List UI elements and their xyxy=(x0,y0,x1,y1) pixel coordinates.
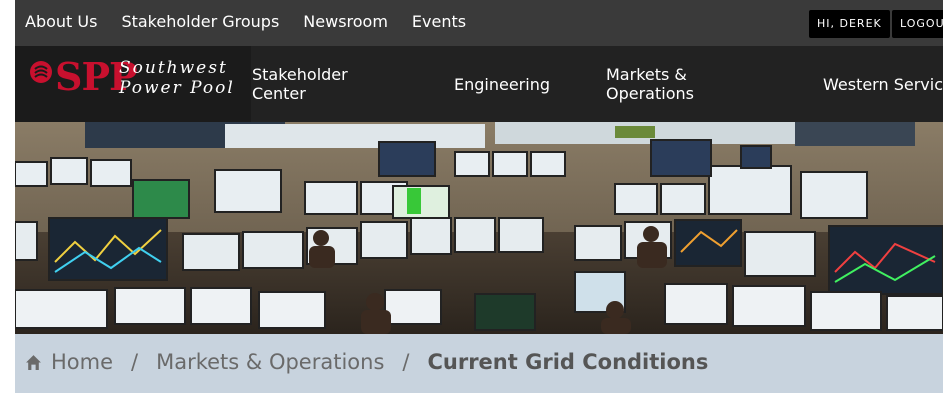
nav-events[interactable]: Events xyxy=(412,12,466,31)
nav-newsroom[interactable]: Newsroom xyxy=(303,12,388,31)
logo-line-2: Power Pool xyxy=(119,78,235,98)
utility-bar: About Us Stakeholder Groups Newsroom Eve… xyxy=(15,0,943,46)
breadcrumb: Home / Markets & Operations / Current Gr… xyxy=(15,334,943,393)
logout-button[interactable]: LOGOUT xyxy=(892,10,943,38)
left-gutter xyxy=(0,0,15,393)
user-greeting-button[interactable]: HI, DEREK xyxy=(809,10,890,38)
nav-markets-operations[interactable]: Markets & Operations xyxy=(606,65,694,103)
nav-stakeholder-groups[interactable]: Stakeholder Groups xyxy=(121,12,279,31)
breadcrumb-separator: / xyxy=(402,350,410,374)
breadcrumb-home-link[interactable]: Home xyxy=(51,350,113,374)
nav-western-services[interactable]: Western Services xyxy=(823,75,943,94)
main-header: SPP Southwest Power Pool Stakeholder Cen… xyxy=(15,46,943,122)
control-room-illustration xyxy=(15,122,943,334)
nav-about-us[interactable]: About Us xyxy=(25,12,97,31)
hero-image xyxy=(15,122,943,334)
nav-stakeholder-center[interactable]: Stakeholder Center xyxy=(252,65,348,103)
utility-nav: About Us Stakeholder Groups Newsroom Eve… xyxy=(25,12,490,31)
logo-line-1: Southwest xyxy=(119,58,228,78)
logo-tagline: Southwest Power Pool xyxy=(119,58,235,98)
spp-logo-icon xyxy=(30,61,52,83)
breadcrumb-separator: / xyxy=(131,350,139,374)
home-icon xyxy=(26,354,41,370)
breadcrumb-trail: Home / Markets & Operations / Current Gr… xyxy=(25,350,708,374)
breadcrumb-markets-operations-link[interactable]: Markets & Operations xyxy=(156,350,384,374)
site-logo[interactable]: SPP Southwest Power Pool xyxy=(15,46,251,122)
breadcrumb-current-page: Current Grid Conditions xyxy=(427,350,709,374)
nav-engineering[interactable]: Engineering xyxy=(454,75,550,94)
